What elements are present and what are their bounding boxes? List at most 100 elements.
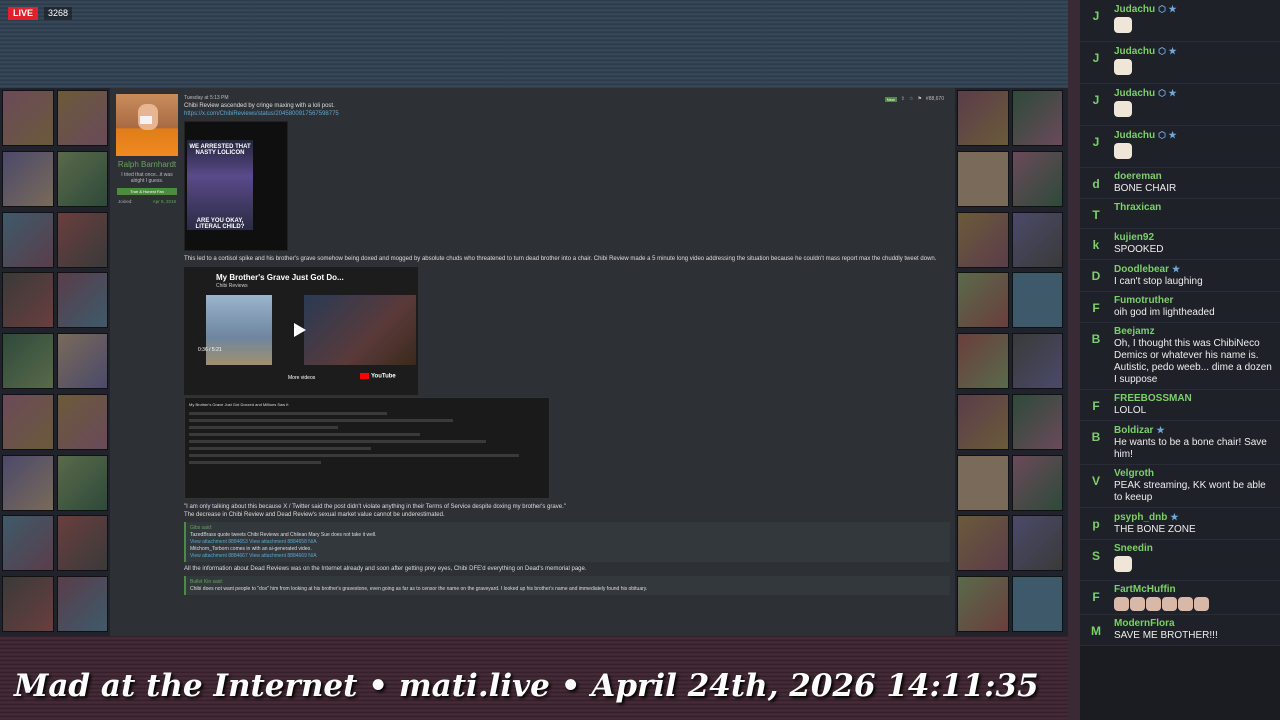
screenshot-attachment[interactable]: My Brother's Grave Just Got Doxxed and M… bbox=[184, 397, 550, 499]
live-badge: LIVE bbox=[8, 7, 39, 20]
chat-avatar[interactable]: J bbox=[1086, 132, 1106, 152]
new-tag: New bbox=[884, 96, 897, 102]
chat-avatar[interactable]: D bbox=[1086, 266, 1106, 286]
quote-line-1: TazedBrass quote tweets Chibi Reviews an… bbox=[190, 532, 377, 538]
video-title[interactable]: My Brother's Grave Just Got Do... bbox=[216, 273, 344, 282]
chat-message: B Beejamz Oh, I thought this was ChibiNeco… bbox=[1080, 323, 1280, 390]
chat-avatar[interactable]: k bbox=[1086, 235, 1106, 255]
youtube-embed[interactable]: My Brother's Grave Just Got Do... Chibi … bbox=[184, 267, 418, 395]
chat-username[interactable]: Judachu bbox=[1114, 88, 1155, 99]
chat-avatar[interactable]: J bbox=[1086, 48, 1106, 68]
chat-message-body: Beejamz Oh, I thought this was ChibiNeco … bbox=[1114, 326, 1276, 386]
chat-username[interactable]: Doodlebear bbox=[1114, 264, 1169, 275]
chat-username[interactable]: Velgroth bbox=[1114, 468, 1154, 479]
quote-attachment-link-2[interactable]: View attachment 8884667 View attachment … bbox=[190, 553, 946, 560]
chat-username[interactable]: Thraxican bbox=[1114, 202, 1161, 213]
chat-name-line: Thraxican bbox=[1114, 202, 1276, 214]
share-icon[interactable]: ⇪ bbox=[901, 96, 905, 102]
chat-badge-icon: ⬡ ★ bbox=[1158, 88, 1177, 98]
more-videos-link[interactable]: More videos bbox=[288, 375, 315, 381]
chat-username[interactable]: Sneedin bbox=[1114, 543, 1153, 554]
quote-author-2[interactable]: Bullet Kin said: bbox=[190, 578, 946, 586]
chat-message-body: Sneedin bbox=[1114, 543, 1276, 577]
quote-attachment-link-1[interactable]: View attachment 8884653 View attachment … bbox=[190, 539, 946, 546]
comic-tile bbox=[1011, 393, 1063, 450]
chat-username[interactable]: ModernFlora bbox=[1114, 618, 1175, 629]
chat-panel: J Judachu ⬡ ★ J Judachu ⬡ ★ J Judachu ⬡ ★ J Judach… bbox=[1080, 0, 1280, 720]
chat-username[interactable]: Judachu bbox=[1114, 4, 1155, 15]
chat-emote-icon bbox=[1114, 556, 1132, 572]
post-timestamp[interactable]: Tuesday at 5:13 PM bbox=[184, 94, 950, 102]
joined-label: Joined: bbox=[118, 199, 133, 204]
chat-avatar[interactable]: d bbox=[1086, 174, 1106, 194]
chat-emote-icon bbox=[1114, 17, 1132, 33]
comic-tile bbox=[2, 393, 54, 450]
chat-avatar[interactable]: M bbox=[1086, 621, 1106, 641]
comic-tile bbox=[1011, 576, 1063, 633]
screenshot-text-lines bbox=[189, 412, 519, 468]
chat-message-body: Judachu ⬡ ★ bbox=[1114, 87, 1276, 122]
chat-username[interactable]: Beejamz bbox=[1114, 326, 1155, 337]
user-avatar[interactable] bbox=[116, 94, 178, 156]
username[interactable]: Ralph Barnhardt bbox=[114, 160, 180, 170]
chat-avatar[interactable]: J bbox=[1086, 6, 1106, 26]
joined-row: Joined: Apr 8, 2019 bbox=[114, 199, 180, 204]
stream-top-band bbox=[0, 0, 1068, 88]
chat-avatar[interactable]: T bbox=[1086, 205, 1106, 225]
chat-avatar[interactable]: S bbox=[1086, 546, 1106, 566]
chat-username[interactable]: Fumotruther bbox=[1114, 295, 1173, 306]
quote-line-2: Mitchorn_Torborn comes in with an ai-gen… bbox=[190, 546, 312, 552]
bookmark-icon[interactable]: ☆ bbox=[909, 96, 913, 102]
comic-tile bbox=[957, 90, 1009, 146]
chat-message-body: Velgroth PEAK streaming, KK wont be able … bbox=[1114, 468, 1276, 504]
comic-tile bbox=[56, 576, 108, 633]
chat-badge-icon: ★ bbox=[1170, 512, 1179, 522]
chat-message: J Judachu ⬡ ★ bbox=[1080, 42, 1280, 84]
quote-block: Gibs said: TazedBrass quote tweets Chibi… bbox=[184, 522, 950, 562]
chat-avatar[interactable]: p bbox=[1086, 514, 1106, 534]
tweet-caption-top: WE ARRESTED THAT NASTY LOLICON bbox=[189, 144, 251, 156]
chat-text: oih god im lightheaded bbox=[1114, 307, 1215, 318]
play-icon[interactable] bbox=[294, 323, 306, 337]
quote-author[interactable]: Gibs said: bbox=[190, 524, 946, 532]
comic-tile bbox=[957, 272, 1009, 329]
chat-avatar[interactable]: F bbox=[1086, 396, 1106, 416]
chat-message: J Judachu ⬡ ★ bbox=[1080, 0, 1280, 42]
chat-username[interactable]: Boldizar bbox=[1114, 425, 1153, 436]
chat-username[interactable]: FartMcHuffin bbox=[1114, 584, 1176, 595]
chat-message: p psyph_dnb ★ THE BONE ZONE bbox=[1080, 508, 1280, 540]
chat-avatar[interactable]: F bbox=[1086, 298, 1106, 318]
comic-tile bbox=[957, 150, 1009, 207]
chat-username[interactable]: FREEBOSSMAN bbox=[1114, 393, 1192, 404]
chat-username[interactable]: doereman bbox=[1114, 171, 1162, 182]
forum-post: Tuesday at 5:13 PM New ⇪ ☆ ⚑ #88,670 Chi… bbox=[184, 94, 950, 595]
chat-username[interactable]: psyph_dnb bbox=[1114, 512, 1167, 523]
chat-avatar[interactable]: F bbox=[1086, 587, 1106, 607]
chat-avatar[interactable]: V bbox=[1086, 471, 1106, 491]
chat-username[interactable]: kujien92 bbox=[1114, 232, 1154, 243]
comic-background-right bbox=[955, 88, 1065, 636]
chat-name-line: Velgroth bbox=[1114, 468, 1276, 480]
tweet-embed[interactable]: WE ARRESTED THAT NASTY LOLICON ARE YOU O… bbox=[184, 121, 288, 251]
chat-avatar[interactable]: J bbox=[1086, 90, 1106, 110]
chat-message-body: Judachu ⬡ ★ bbox=[1114, 129, 1276, 164]
report-icon[interactable]: ⚑ bbox=[917, 96, 921, 102]
chat-username[interactable]: Judachu bbox=[1114, 46, 1155, 57]
chat-text: SAVE ME BROTHER!!! bbox=[1114, 630, 1218, 641]
video-channel: Chibi Reviews bbox=[216, 283, 248, 289]
chat-avatar[interactable]: B bbox=[1086, 427, 1106, 447]
comic-tile bbox=[1011, 333, 1063, 390]
post-number[interactable]: #88,670 bbox=[926, 96, 944, 102]
comic-tile bbox=[2, 576, 54, 633]
post-link-1[interactable]: https://x.com/ChibiReviews/status/204580… bbox=[184, 110, 950, 118]
comic-tile bbox=[1011, 211, 1063, 268]
youtube-logo[interactable]: YouTube bbox=[360, 373, 396, 380]
chat-username[interactable]: Judachu bbox=[1114, 130, 1155, 141]
screenshot-title: My Brother's Grave Just Got Doxxed and M… bbox=[189, 402, 289, 407]
chat-avatar[interactable]: B bbox=[1086, 329, 1106, 349]
comic-tile bbox=[56, 150, 108, 207]
chat-text: I can't stop laughing bbox=[1114, 276, 1203, 287]
chat-message: S Sneedin bbox=[1080, 540, 1280, 581]
chat-name-line: Judachu ⬡ ★ bbox=[1114, 45, 1276, 58]
user-badge: True & Honest Fan bbox=[117, 188, 177, 195]
